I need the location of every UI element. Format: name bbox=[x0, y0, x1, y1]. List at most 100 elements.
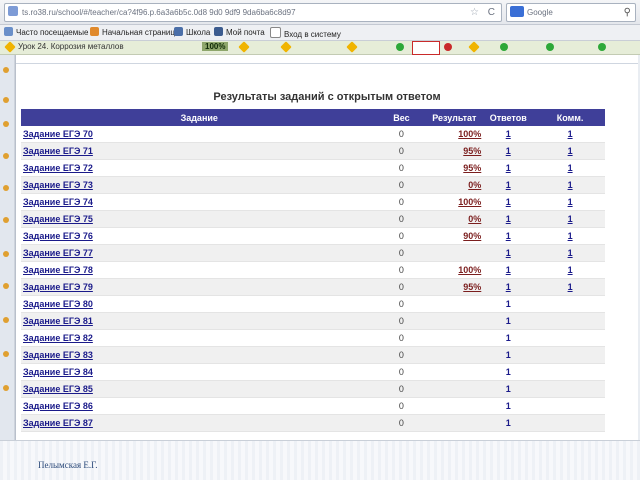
nav-marker-icon[interactable] bbox=[3, 351, 9, 357]
task-link[interactable]: Задание ЕГЭ 80 bbox=[23, 299, 93, 309]
weight-cell: 0 bbox=[375, 193, 428, 211]
weight-cell: 0 bbox=[375, 126, 428, 143]
answers-count[interactable]: 1 bbox=[506, 180, 511, 190]
result-link[interactable]: 100% bbox=[458, 129, 481, 139]
comments-count[interactable]: 1 bbox=[568, 248, 573, 258]
comments-count[interactable]: 1 bbox=[568, 163, 573, 173]
search-input[interactable]: Google ⚲ bbox=[506, 3, 636, 22]
bookmark-school[interactable]: Школа bbox=[174, 27, 210, 38]
result-link[interactable]: 100% bbox=[458, 197, 481, 207]
result-link[interactable]: 95% bbox=[463, 163, 481, 173]
lesson-title[interactable]: Урок 24. Коррозия металлов bbox=[18, 42, 124, 51]
task-link[interactable]: Задание ЕГЭ 83 bbox=[23, 350, 93, 360]
comments-cell: 1 bbox=[535, 176, 605, 194]
task-link[interactable]: Задание ЕГЭ 79 bbox=[23, 282, 93, 292]
result-link[interactable]: 90% bbox=[463, 231, 481, 241]
task-link[interactable]: Задание ЕГЭ 72 bbox=[23, 163, 93, 173]
task-link[interactable]: Задание ЕГЭ 84 bbox=[23, 367, 93, 377]
column-header-answers[interactable]: Ответов bbox=[481, 109, 536, 126]
weight-value: 0 bbox=[398, 180, 404, 190]
task-cell: Задание ЕГЭ 71 bbox=[21, 142, 376, 160]
comments-count[interactable]: 1 bbox=[568, 214, 573, 224]
column-header-comments[interactable]: Комм. bbox=[535, 109, 605, 126]
nav-marker-icon[interactable] bbox=[3, 251, 9, 257]
answers-cell: 1 bbox=[481, 193, 536, 211]
table-header-row: Задание Вес Результат Ответов Комм. bbox=[21, 109, 605, 126]
search-icon[interactable]: ⚲ bbox=[624, 4, 631, 21]
check-icon[interactable] bbox=[396, 43, 404, 51]
answers-count[interactable]: 1 bbox=[506, 163, 511, 173]
task-link[interactable]: Задание ЕГЭ 87 bbox=[23, 418, 93, 428]
nav-marker-icon[interactable] bbox=[3, 67, 9, 73]
column-header-task[interactable]: Задание bbox=[21, 109, 376, 126]
answers-count[interactable]: 1 bbox=[506, 248, 511, 258]
answers-count[interactable]: 1 bbox=[506, 129, 511, 139]
error-icon[interactable] bbox=[444, 43, 452, 51]
current-item-box[interactable] bbox=[412, 41, 440, 55]
result-link[interactable]: 0% bbox=[468, 180, 481, 190]
task-link[interactable]: Задание ЕГЭ 70 bbox=[23, 129, 93, 139]
comments-cell: 1 bbox=[535, 227, 605, 245]
comments-count[interactable]: 1 bbox=[568, 282, 573, 292]
page-icon bbox=[270, 27, 281, 38]
nav-marker-icon[interactable] bbox=[3, 97, 9, 103]
task-link[interactable]: Задание ЕГЭ 86 bbox=[23, 401, 93, 411]
table-row: Задание ЕГЭ 71 0 95% 1 1 bbox=[21, 142, 605, 160]
search-engine-icon[interactable] bbox=[510, 6, 524, 17]
task-link[interactable]: Задание ЕГЭ 85 bbox=[23, 384, 93, 394]
bookmark-mail[interactable]: Мой почта bbox=[214, 27, 265, 38]
star-icon[interactable]: ☆ bbox=[470, 4, 479, 21]
nav-marker-icon[interactable] bbox=[3, 283, 9, 289]
task-link[interactable]: Задание ЕГЭ 74 bbox=[23, 197, 93, 207]
weight-cell: 0 bbox=[375, 295, 428, 313]
reload-icon[interactable]: C bbox=[488, 4, 495, 21]
check-icon[interactable] bbox=[598, 43, 606, 51]
answers-count[interactable]: 1 bbox=[506, 282, 511, 292]
comments-count[interactable]: 1 bbox=[568, 231, 573, 241]
answers-count[interactable]: 1 bbox=[506, 146, 511, 156]
comments-count[interactable]: 1 bbox=[568, 146, 573, 156]
answers-count[interactable]: 1 bbox=[506, 231, 511, 241]
check-icon[interactable] bbox=[500, 43, 508, 51]
result-link[interactable]: 95% bbox=[463, 282, 481, 292]
comments-cell: 1 bbox=[535, 159, 605, 177]
result-cell bbox=[427, 312, 482, 330]
comments-count[interactable]: 1 bbox=[568, 197, 573, 207]
address-bar[interactable]: ts.ro38.ru/school/#/teacher/ca?4f96.p.6a… bbox=[4, 3, 502, 22]
bookmark-label: Мой почта bbox=[226, 28, 265, 37]
bookmark-home-page[interactable]: Начальная страница bbox=[90, 27, 179, 38]
task-link[interactable]: Задание ЕГЭ 81 bbox=[23, 316, 93, 326]
comments-count[interactable]: 1 bbox=[568, 265, 573, 275]
comments-cell: 1 bbox=[535, 244, 605, 262]
check-icon[interactable] bbox=[546, 43, 554, 51]
result-link[interactable]: 95% bbox=[463, 146, 481, 156]
bookmark-login[interactable]: Вход в систему bbox=[270, 27, 341, 39]
result-link[interactable]: 0% bbox=[468, 214, 481, 224]
task-link[interactable]: Задание ЕГЭ 76 bbox=[23, 231, 93, 241]
task-cell: Задание ЕГЭ 85 bbox=[21, 380, 376, 398]
answers-count[interactable]: 1 bbox=[506, 265, 511, 275]
nav-marker-icon[interactable] bbox=[3, 385, 9, 391]
nav-marker-icon[interactable] bbox=[3, 317, 9, 323]
nav-marker-icon[interactable] bbox=[3, 121, 9, 127]
task-link[interactable]: Задание ЕГЭ 82 bbox=[23, 333, 93, 343]
comments-count[interactable]: 1 bbox=[568, 180, 573, 190]
nav-marker-icon[interactable] bbox=[3, 153, 9, 159]
task-link[interactable]: Задание ЕГЭ 78 bbox=[23, 265, 93, 275]
bookmark-most-visited[interactable]: Часто посещаемые bbox=[4, 27, 88, 38]
answers-count[interactable]: 1 bbox=[506, 197, 511, 207]
weight-value: 0 bbox=[398, 367, 404, 377]
column-header-result[interactable]: Результат bbox=[427, 109, 482, 126]
nav-marker-icon[interactable] bbox=[3, 185, 9, 191]
weight-value: 0 bbox=[398, 316, 404, 326]
answers-count[interactable]: 1 bbox=[506, 214, 511, 224]
task-link[interactable]: Задание ЕГЭ 77 bbox=[23, 248, 93, 258]
comments-count[interactable]: 1 bbox=[568, 129, 573, 139]
result-cell bbox=[427, 397, 482, 415]
task-link[interactable]: Задание ЕГЭ 75 bbox=[23, 214, 93, 224]
result-link[interactable]: 100% bbox=[458, 265, 481, 275]
nav-marker-icon[interactable] bbox=[3, 217, 9, 223]
task-link[interactable]: Задание ЕГЭ 71 bbox=[23, 146, 93, 156]
column-header-weight[interactable]: Вес bbox=[375, 109, 428, 126]
task-link[interactable]: Задание ЕГЭ 73 bbox=[23, 180, 93, 190]
